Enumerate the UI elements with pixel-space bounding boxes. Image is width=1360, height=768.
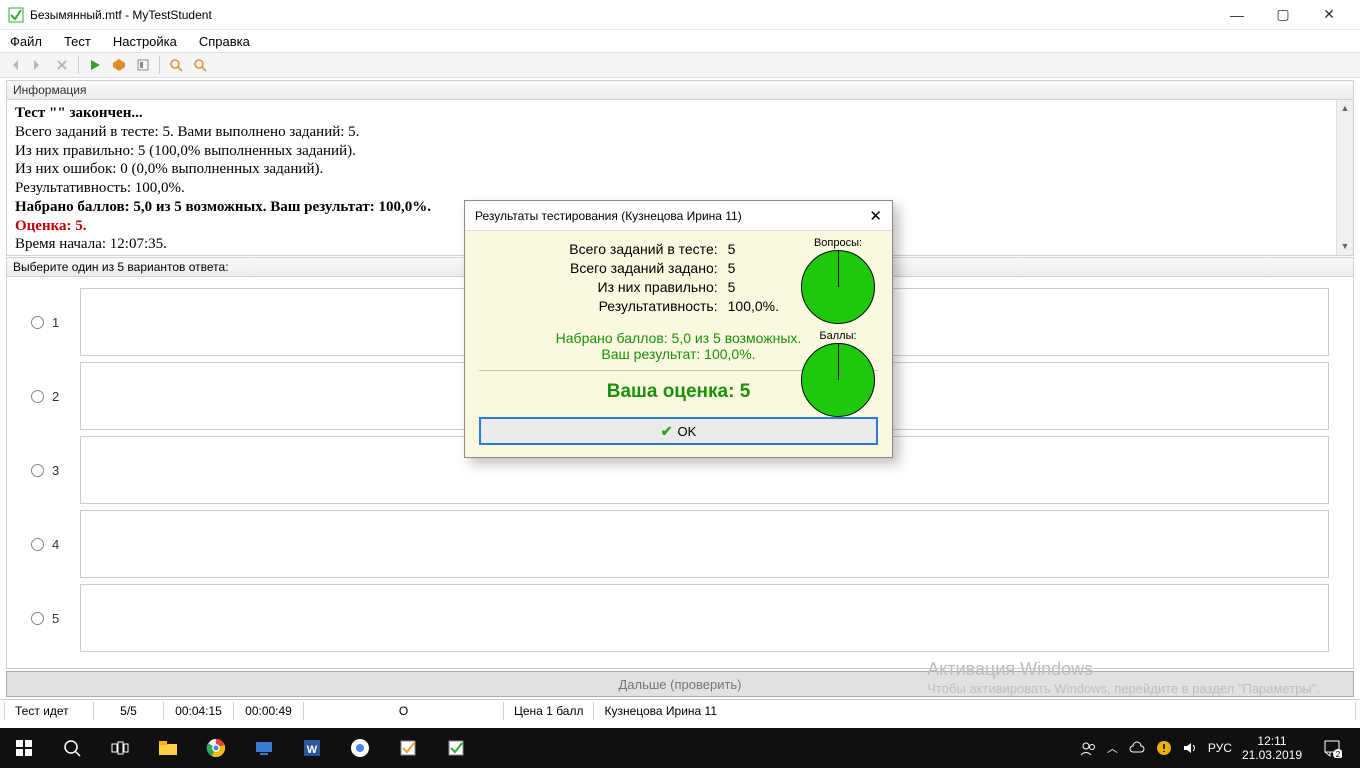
info-line-errors: Из них ошибок: 0 (0,0% выполненных задан… — [15, 160, 1345, 179]
info-panel-header: Информация — [6, 80, 1354, 100]
titlebar: Безымянный.mtf - MyTestStudent — ▢ ✕ — [0, 0, 1360, 30]
tray-volume-icon[interactable] — [1182, 741, 1198, 755]
answer-radio-5[interactable] — [31, 612, 44, 625]
stat-label: Всего заданий задано: — [479, 260, 718, 276]
start-button[interactable] — [0, 728, 48, 768]
info-line-test-done: Тест "" закончен... — [15, 104, 1345, 123]
menu-file[interactable]: Файл — [6, 32, 46, 51]
ok-label: OK — [677, 424, 696, 439]
toolbar-report-icon[interactable] — [133, 55, 153, 75]
notifications-icon[interactable]: 2 — [1312, 728, 1352, 768]
info-line-correct: Из них правильно: 5 (100,0% выполненных … — [15, 142, 1345, 161]
toolbar-zoom-out-icon[interactable] — [190, 55, 210, 75]
chrome-icon[interactable] — [192, 728, 240, 768]
dialog-close-button[interactable]: ✕ — [869, 207, 882, 225]
window-title: Безымянный.mtf - MyTestStudent — [30, 8, 212, 22]
toolbar-play-icon[interactable] — [85, 55, 105, 75]
answer-number: 2 — [52, 389, 64, 404]
answer-radio-3[interactable] — [31, 464, 44, 477]
stat-label: Из них правильно: — [479, 279, 718, 295]
status-price: Цена 1 балл — [504, 702, 594, 720]
mytest-editor-icon[interactable] — [384, 728, 432, 768]
toolbar — [0, 52, 1360, 78]
toolbar-next-icon[interactable] — [28, 55, 48, 75]
taskbar: W ︿ РУС 12:11 21.03.2019 2 — [0, 728, 1360, 768]
answer-radio-4[interactable] — [31, 538, 44, 551]
close-window-button[interactable]: ✕ — [1306, 0, 1352, 30]
answer-number: 1 — [52, 315, 64, 330]
next-button[interactable]: Дальше (проверить) — [6, 671, 1354, 697]
answer-radio-1[interactable] — [31, 316, 44, 329]
toolbar-zoom-in-icon[interactable] — [166, 55, 186, 75]
tray-language[interactable]: РУС — [1208, 741, 1232, 755]
search-icon[interactable] — [48, 728, 96, 768]
stat-value: 5 — [728, 260, 779, 276]
answer-row: 4 — [7, 507, 1353, 581]
stat-label: Всего заданий в тесте: — [479, 241, 718, 257]
taskbar-app-icon[interactable] — [336, 728, 384, 768]
answer-number: 3 — [52, 463, 64, 478]
dialog-charts: Вопросы: Баллы: — [798, 237, 878, 423]
scroll-down-icon[interactable]: ▼ — [1337, 238, 1353, 255]
app-status-bar: Тест идет 5/5 00:04:15 00:00:49 О Цена 1… — [0, 699, 1360, 721]
scroll-up-icon[interactable]: ▲ — [1337, 100, 1353, 117]
answer-radio-2[interactable] — [31, 390, 44, 403]
word-icon[interactable]: W — [288, 728, 336, 768]
status-state: Тест идет — [4, 702, 94, 720]
menu-test[interactable]: Тест — [60, 32, 95, 51]
dialog-titlebar: Результаты тестирования (Кузнецова Ирина… — [465, 201, 892, 231]
stat-value: 5 — [728, 241, 779, 257]
status-mode: О — [304, 702, 504, 720]
dialog-title: Результаты тестирования (Кузнецова Ирина… — [475, 209, 742, 223]
answer-box[interactable] — [80, 584, 1329, 652]
tray-shield-icon[interactable] — [1156, 740, 1172, 756]
mytest-student-icon[interactable] — [432, 728, 480, 768]
points-pie-chart — [801, 343, 875, 417]
tray-chevron-up-icon[interactable]: ︿ — [1107, 740, 1118, 756]
check-icon: ✔ — [661, 423, 673, 440]
toolbar-prev-icon[interactable] — [4, 55, 24, 75]
svg-text:W: W — [307, 744, 318, 756]
results-dialog: Результаты тестирования (Кузнецова Ирина… — [464, 200, 893, 458]
tray-clock[interactable]: 12:11 21.03.2019 — [1242, 734, 1302, 763]
stat-value: 100,0%. — [728, 298, 779, 314]
menu-settings[interactable]: Настройка — [109, 32, 181, 51]
info-line-efficiency: Результативность: 100,0%. — [15, 179, 1345, 198]
taskbar-app-icon[interactable] — [240, 728, 288, 768]
questions-pie-chart — [801, 250, 875, 324]
stat-value: 5 — [728, 279, 779, 295]
menu-bar: Файл Тест Настройка Справка — [0, 30, 1360, 52]
people-icon[interactable] — [1079, 739, 1097, 757]
status-student: Кузнецова Ирина 11 — [594, 702, 1356, 720]
app-icon — [8, 7, 24, 23]
answer-number: 4 — [52, 537, 64, 552]
menu-help[interactable]: Справка — [195, 32, 254, 51]
minimize-button[interactable]: — — [1214, 0, 1260, 30]
toolbar-cancel-icon[interactable] — [52, 55, 72, 75]
answer-box[interactable] — [80, 510, 1329, 578]
svg-text:2: 2 — [1336, 750, 1341, 758]
questions-chart-label: Вопросы: — [798, 237, 878, 249]
points-chart-label: Баллы: — [798, 330, 878, 342]
status-elapsed: 00:04:15 — [164, 702, 234, 720]
status-progress: 5/5 — [94, 702, 164, 720]
system-tray: ︿ РУС 12:11 21.03.2019 2 — [1079, 728, 1360, 768]
status-task-time: 00:00:49 — [234, 702, 304, 720]
answer-row: 5 — [7, 581, 1353, 655]
info-scrollbar[interactable]: ▲ ▼ — [1336, 100, 1353, 255]
info-line-total: Всего заданий в тесте: 5. Вами выполнено… — [15, 123, 1345, 142]
file-explorer-icon[interactable] — [144, 728, 192, 768]
task-view-icon[interactable] — [96, 728, 144, 768]
tray-cloud-icon[interactable] — [1128, 741, 1146, 755]
toolbar-stop-icon[interactable] — [109, 55, 129, 75]
stat-label: Результативность: — [479, 298, 718, 314]
maximize-button[interactable]: ▢ — [1260, 0, 1306, 30]
answer-number: 5 — [52, 611, 64, 626]
